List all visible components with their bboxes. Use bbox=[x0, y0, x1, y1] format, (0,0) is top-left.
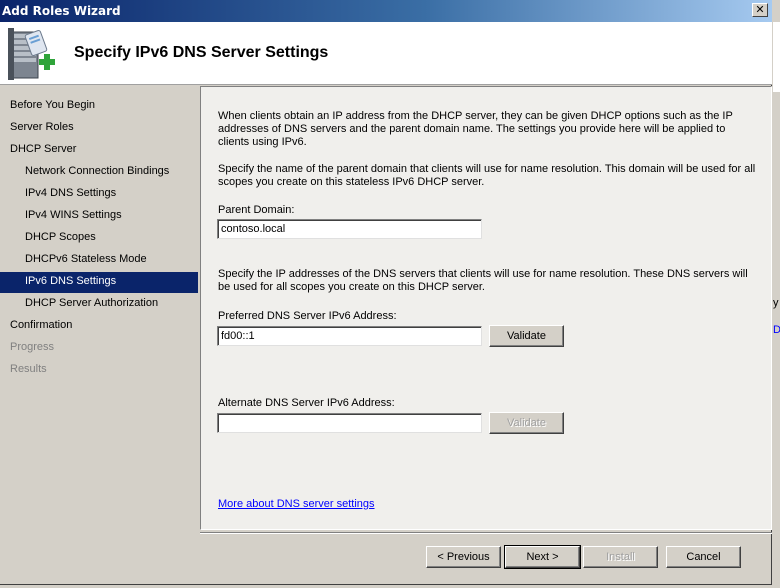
content-area: When clients obtain an IP address from t… bbox=[200, 86, 772, 584]
server-add-role-icon bbox=[8, 28, 55, 80]
background-link-fragment: D bbox=[773, 324, 780, 336]
parent-domain-input[interactable] bbox=[217, 219, 482, 239]
nav-item-results: Results bbox=[10, 363, 47, 375]
install-button[interactable]: Install bbox=[583, 546, 658, 568]
nav-item-dhcp-server-authorization[interactable]: DHCP Server Authorization bbox=[0, 294, 198, 315]
previous-button[interactable]: < Previous bbox=[426, 546, 501, 568]
close-icon[interactable]: ✕ bbox=[752, 3, 768, 17]
alternate-dns-label: Alternate DNS Server IPv6 Address: bbox=[218, 397, 395, 409]
nav-item-confirmation[interactable]: Confirmation bbox=[0, 316, 198, 337]
validate-alternate-button[interactable]: Validate bbox=[489, 412, 564, 434]
background-window-header bbox=[773, 22, 780, 92]
footer-divider bbox=[200, 532, 772, 534]
background-text-fragment: y bbox=[773, 297, 779, 309]
preferred-dns-input[interactable] bbox=[217, 326, 482, 346]
page-title: Specify IPv6 DNS Server Settings bbox=[74, 44, 329, 61]
wizard-nav: Before You Begin Server Roles DHCP Server N… bbox=[0, 86, 198, 584]
nav-item-network-connection-bindings[interactable]: Network Connection Bindings bbox=[0, 162, 198, 183]
domain-instructions: Specify the name of the parent domain th… bbox=[218, 163, 756, 188]
wizard-header: Specify IPv6 DNS Server Settings bbox=[0, 22, 772, 85]
alternate-dns-input[interactable] bbox=[217, 413, 482, 433]
cancel-button[interactable]: Cancel bbox=[666, 546, 741, 568]
nav-item-ipv4-dns-settings[interactable]: IPv4 DNS Settings bbox=[0, 184, 198, 205]
add-roles-wizard-window: Add Roles Wizard ✕ Specify IPv6 DNS Serv… bbox=[0, 0, 772, 585]
more-about-dns-link[interactable]: More about DNS server settings bbox=[218, 498, 375, 510]
nav-item-progress: Progress bbox=[10, 341, 55, 353]
nav-item-dhcpv6-stateless-mode[interactable]: DHCPv6 Stateless Mode bbox=[0, 250, 198, 271]
nav-item-dhcp-server[interactable]: DHCP Server bbox=[0, 140, 198, 161]
nav-item-ipv4-wins-settings[interactable]: IPv4 WINS Settings bbox=[0, 206, 198, 227]
validate-preferred-button[interactable]: Validate bbox=[489, 325, 564, 347]
nav-item-ipv6-dns-settings[interactable]: IPv6 DNS Settings bbox=[0, 272, 198, 293]
preferred-dns-label: Preferred DNS Server IPv6 Address: bbox=[218, 310, 397, 322]
content-panel: When clients obtain an IP address from t… bbox=[200, 86, 772, 530]
next-button[interactable]: Next > bbox=[504, 545, 581, 569]
title-bar[interactable]: Add Roles Wizard ✕ bbox=[0, 0, 772, 22]
dns-instructions: Specify the IP addresses of the DNS serv… bbox=[218, 268, 748, 293]
nav-item-before-you-begin[interactable]: Before You Begin bbox=[0, 96, 198, 117]
intro-text: When clients obtain an IP address from t… bbox=[218, 110, 733, 148]
nav-item-server-roles[interactable]: Server Roles bbox=[0, 118, 198, 139]
nav-item-dhcp-scopes[interactable]: DHCP Scopes bbox=[0, 228, 198, 249]
window-title: Add Roles Wizard bbox=[2, 4, 121, 18]
parent-domain-label: Parent Domain: bbox=[218, 204, 295, 216]
